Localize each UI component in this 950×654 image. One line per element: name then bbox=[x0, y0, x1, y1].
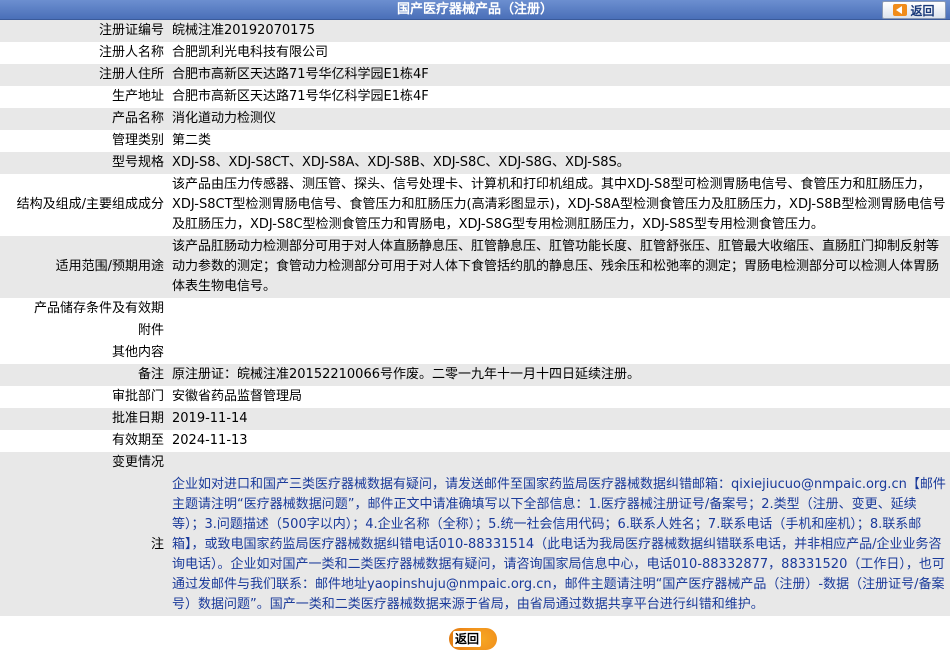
note-row: 注 企业如对进口和国产三类医疗器械数据有疑问，请发送邮件至国家药监局医疗器械数据… bbox=[0, 474, 950, 616]
field-label: 管理类别 bbox=[0, 130, 168, 152]
field-label: 型号规格 bbox=[0, 152, 168, 174]
page-title: 国产医疗器械产品（注册） bbox=[396, 2, 553, 17]
field-value bbox=[168, 452, 950, 474]
bottom-bar: 返回 bbox=[0, 624, 950, 654]
table-row: 变更情况 bbox=[0, 452, 950, 474]
table-row: 批准日期 2019-11-14 bbox=[0, 408, 950, 430]
field-label: 批准日期 bbox=[0, 408, 168, 430]
field-value: 皖械注准20192070175 bbox=[168, 20, 950, 42]
table-row: 产品储存条件及有效期 bbox=[0, 298, 950, 320]
field-value: 该产品肛肠动力检测部分可用于对人体直肠静息压、肛管静息压、肛管功能长度、肛管舒张… bbox=[168, 236, 950, 298]
field-label: 产品储存条件及有效期 bbox=[0, 298, 168, 320]
field-value bbox=[168, 342, 950, 364]
table-row: 审批部门 安徽省药品监督管理局 bbox=[0, 386, 950, 408]
field-value: 原注册证：皖械注准20152210066号作废。二零一九年十一月十四日延续注册。 bbox=[168, 364, 950, 386]
field-value bbox=[168, 320, 950, 342]
field-value: 2019-11-14 bbox=[168, 408, 950, 430]
field-value: 安徽省药品监督管理局 bbox=[168, 386, 950, 408]
field-label: 注册人名称 bbox=[0, 42, 168, 64]
back-arrow-icon bbox=[893, 4, 908, 16]
field-label: 备注 bbox=[0, 364, 168, 386]
field-value: 合肥市高新区天达路71号华亿科学园E1栋4F bbox=[168, 64, 950, 86]
field-label: 注册证编号 bbox=[0, 20, 168, 42]
field-label: 附件 bbox=[0, 320, 168, 342]
table-row: 管理类别 第二类 bbox=[0, 130, 950, 152]
table-row: 型号规格 XDJ-S8、XDJ-S8CT、XDJ-S8A、XDJ-S8B、XDJ… bbox=[0, 152, 950, 174]
field-value: 第二类 bbox=[168, 130, 950, 152]
field-label: 有效期至 bbox=[0, 430, 168, 452]
table-row: 注册人名称 合肥凯利光电科技有限公司 bbox=[0, 42, 950, 64]
field-value: 合肥凯利光电科技有限公司 bbox=[168, 42, 950, 64]
title-bar: 国产医疗器械产品（注册） 返回 bbox=[0, 0, 950, 20]
note-label: 注 bbox=[0, 474, 168, 616]
field-label: 其他内容 bbox=[0, 342, 168, 364]
table-row: 结构及组成/主要组成成分 该产品由压力传感器、测压管、探头、信号处理卡、计算机和… bbox=[0, 174, 950, 236]
table-row: 附件 bbox=[0, 320, 950, 342]
field-value: XDJ-S8、XDJ-S8CT、XDJ-S8A、XDJ-S8B、XDJ-S8C、… bbox=[168, 152, 950, 174]
field-label: 结构及组成/主要组成成分 bbox=[0, 174, 168, 236]
field-label: 适用范围/预期用途 bbox=[0, 236, 168, 298]
back-button-top[interactable]: 返回 bbox=[882, 1, 946, 19]
table-row: 其他内容 bbox=[0, 342, 950, 364]
table-row: 适用范围/预期用途 该产品肛肠动力检测部分可用于对人体直肠静息压、肛管静息压、肛… bbox=[0, 236, 950, 298]
back-button-bottom[interactable]: 返回 bbox=[449, 628, 497, 650]
table-row: 有效期至 2024-11-13 bbox=[0, 430, 950, 452]
table-row: 注册人住所 合肥市高新区天达路71号华亿科学园E1栋4F bbox=[0, 64, 950, 86]
back-button-bottom-label: 返回 bbox=[453, 631, 482, 647]
back-button-bottom-pill: 返回 bbox=[449, 628, 497, 650]
table-row: 备注 原注册证：皖械注准20152210066号作废。二零一九年十一月十四日延续… bbox=[0, 364, 950, 386]
field-label: 审批部门 bbox=[0, 386, 168, 408]
field-value: 2024-11-13 bbox=[168, 430, 950, 452]
field-value: 该产品由压力传感器、测压管、探头、信号处理卡、计算机和打印机组成。其中XDJ-S… bbox=[168, 174, 950, 236]
back-button-top-label: 返回 bbox=[910, 3, 935, 18]
field-label: 产品名称 bbox=[0, 108, 168, 130]
field-label: 注册人住所 bbox=[0, 64, 168, 86]
field-label: 变更情况 bbox=[0, 452, 168, 474]
table-row: 生产地址 合肥市高新区天达路71号华亿科学园E1栋4F bbox=[0, 86, 950, 108]
field-value: 消化道动力检测仪 bbox=[168, 108, 950, 130]
field-value: 合肥市高新区天达路71号华亿科学园E1栋4F bbox=[168, 86, 950, 108]
field-value bbox=[168, 298, 950, 320]
field-label: 生产地址 bbox=[0, 86, 168, 108]
table-row: 产品名称 消化道动力检测仪 bbox=[0, 108, 950, 130]
note-text: 企业如对进口和国产三类医疗器械数据有疑问，请发送邮件至国家药监局医疗器械数据纠错… bbox=[168, 474, 950, 616]
registration-detail-table: 注册证编号 皖械注准20192070175 注册人名称 合肥凯利光电科技有限公司… bbox=[0, 20, 950, 616]
table-row: 注册证编号 皖械注准20192070175 bbox=[0, 20, 950, 42]
